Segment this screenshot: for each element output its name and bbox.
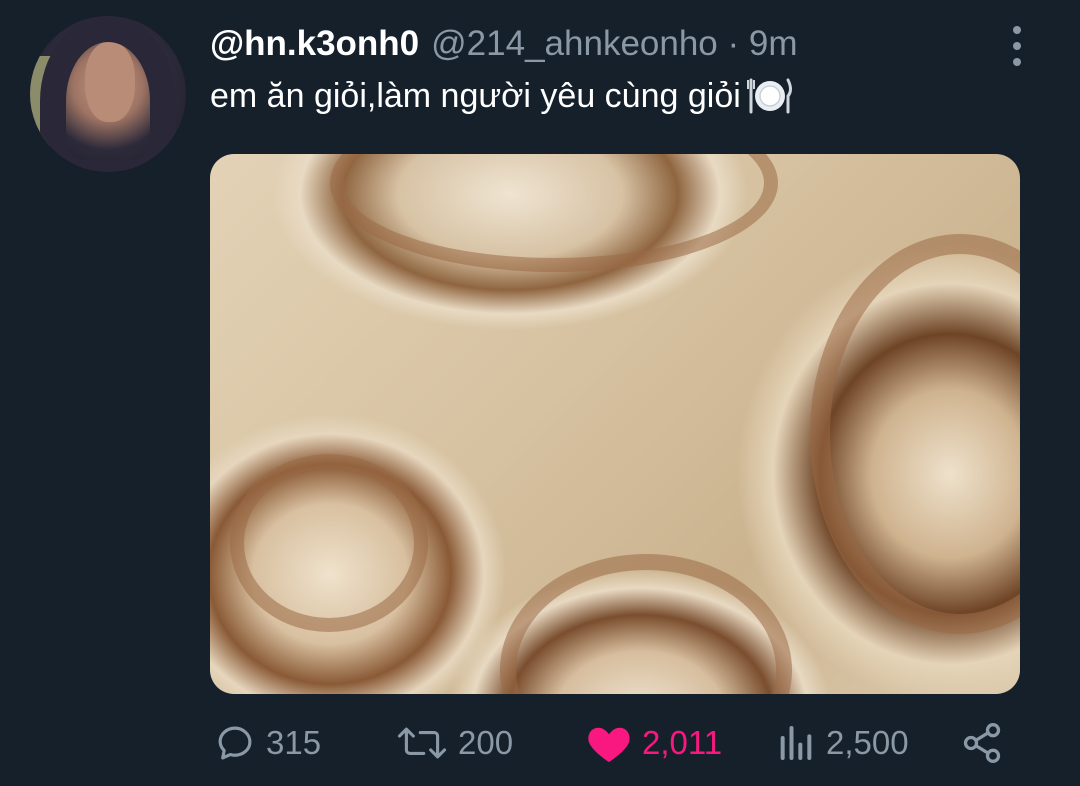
tweet-media-image[interactable]	[210, 154, 1020, 694]
fork-and-knife-with-plate-icon	[745, 76, 795, 116]
timestamp[interactable]: 9m	[749, 24, 798, 63]
roll-swirl	[330, 154, 778, 272]
retweet-icon	[397, 727, 447, 759]
roll-swirl	[230, 454, 428, 632]
views-count: 2,500	[826, 724, 909, 761]
share-button[interactable]	[960, 718, 1004, 768]
avatar-hood	[40, 16, 176, 172]
tweet-actions-bar: 315 200 2,011 2,500	[210, 718, 1020, 768]
like-button[interactable]: 2,011	[586, 718, 722, 768]
like-count: 2,011	[642, 724, 723, 761]
views-bar-chart-icon	[780, 726, 812, 760]
profile-avatar[interactable]	[30, 16, 186, 172]
reply-count: 315	[266, 724, 322, 761]
heart-icon	[588, 727, 630, 763]
share-icon	[963, 723, 1001, 763]
user-handle[interactable]: @214_ahnkeonho · 9m	[431, 24, 797, 64]
views-button[interactable]: 2,500	[776, 718, 909, 768]
roll-swirl	[810, 234, 1020, 634]
header-separator: ·	[717, 24, 749, 63]
tweet-text-content: em ăn giỏi,làm người yêu cùng giỏi	[210, 76, 741, 115]
tweet-header: @hn.k3onh0 @214_ahnkeonho · 9m	[210, 24, 798, 68]
roll-swirl	[500, 554, 792, 694]
tweet-text: em ăn giỏi,làm người yêu cùng giỏi	[210, 76, 795, 116]
display-name[interactable]: @hn.k3onh0	[210, 24, 419, 64]
reply-icon	[218, 726, 252, 760]
retweet-button[interactable]: 200	[396, 718, 513, 768]
reply-button[interactable]: 315	[214, 718, 321, 768]
retweet-count: 200	[458, 724, 514, 761]
more-options-icon[interactable]	[1004, 26, 1030, 66]
